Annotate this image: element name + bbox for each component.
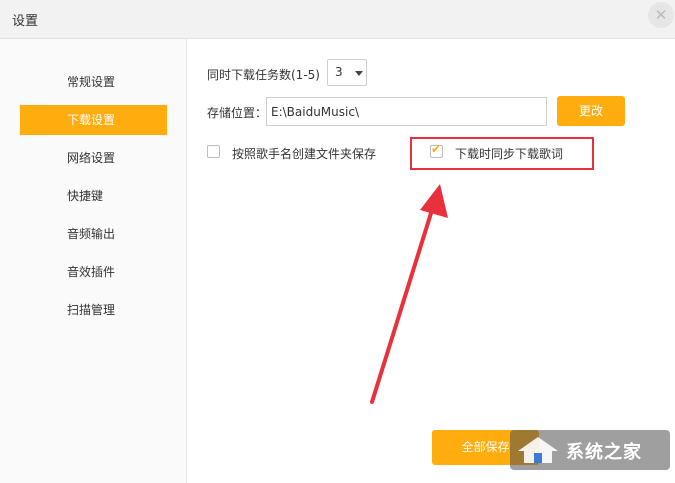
sidebar-item-general[interactable]: 常规设置 <box>20 67 167 97</box>
annotation-arrow-icon <box>370 184 448 404</box>
sidebar-item-download[interactable]: 下载设置 <box>20 105 167 135</box>
house-logo-icon <box>518 437 558 463</box>
annotation-highlight-box <box>410 137 594 170</box>
tasks-select[interactable]: 3 <box>327 59 367 86</box>
settings-window: 设置 ✕ 常规设置 下载设置 网络设置 快捷键 音频输出 音效插件 扫描管理 同… <box>0 0 675 483</box>
sidebar-item-shortcuts[interactable]: 快捷键 <box>20 181 167 211</box>
create-folder-label: 按照歌手名创建文件夹保存 <box>232 147 377 161</box>
title-bar: 设置 ✕ <box>0 0 675 39</box>
sidebar-item-network[interactable]: 网络设置 <box>20 143 167 173</box>
tasks-select-value: 3 <box>335 65 343 79</box>
path-label: 存储位置： <box>207 106 268 120</box>
settings-sidebar: 常规设置 下载设置 网络设置 快捷键 音频输出 音效插件 扫描管理 <box>0 39 187 483</box>
sidebar-item-effects-plugins[interactable]: 音效插件 <box>20 257 167 287</box>
sidebar-item-audio-output[interactable]: 音频输出 <box>20 219 167 249</box>
close-icon[interactable]: ✕ <box>648 2 674 28</box>
create-folder-checkbox[interactable] <box>207 145 220 158</box>
window-title: 设置 <box>12 14 39 29</box>
watermark: 系统之家 <box>510 430 670 470</box>
watermark-text: 系统之家 <box>566 442 642 463</box>
sidebar-item-scan-management[interactable]: 扫描管理 <box>20 295 167 325</box>
chevron-down-icon <box>355 71 363 76</box>
change-path-button[interactable]: 更改 <box>557 96 625 126</box>
path-input[interactable] <box>266 97 547 126</box>
tasks-label: 同时下载任务数(1-5) <box>207 68 320 82</box>
